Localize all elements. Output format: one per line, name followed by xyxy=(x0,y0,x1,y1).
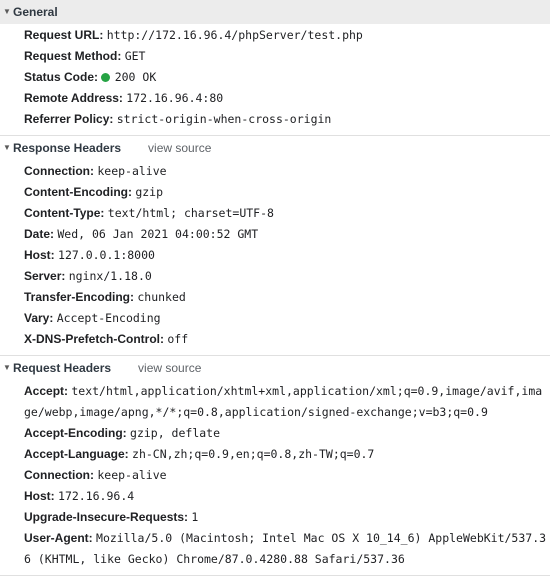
request-headers-section-header[interactable]: ▼ Request Headers view source xyxy=(0,356,550,380)
header-name: Request URL: xyxy=(24,28,104,42)
general-row-request-url: Request URL: http://172.16.96.4/phpServe… xyxy=(0,25,550,46)
response-header-row: Host: 127.0.0.1:8000 xyxy=(0,245,550,266)
header-name: X-DNS-Prefetch-Control: xyxy=(24,332,164,346)
header-name: Connection: xyxy=(24,468,94,482)
header-name: Server: xyxy=(24,269,66,283)
header-value: gzip xyxy=(135,185,164,199)
response-header-row: Date: Wed, 06 Jan 2021 04:00:52 GMT xyxy=(0,224,550,245)
header-value: keep-alive xyxy=(97,468,167,482)
response-header-row: X-DNS-Prefetch-Control: off xyxy=(0,329,550,350)
header-value: Wed, 06 Jan 2021 04:00:52 GMT xyxy=(57,227,259,241)
request-header-row: Accept-Encoding: gzip, deflate xyxy=(0,423,550,444)
header-value: 172.16.96.4 xyxy=(58,489,135,503)
general-section-header[interactable]: ▼ General xyxy=(0,0,550,24)
header-value: keep-alive xyxy=(97,164,167,178)
header-value: gzip, deflate xyxy=(130,426,221,440)
header-value: 1 xyxy=(191,510,199,524)
response-header-row: Connection: keep-alive xyxy=(0,161,550,182)
response-headers-title: Response Headers xyxy=(13,141,122,155)
general-row-referrer-policy: Referrer Policy: strict-origin-when-cros… xyxy=(0,109,550,130)
request-headers-section: ▼ Request Headers view source Accept: te… xyxy=(0,356,550,576)
general-row-remote-address: Remote Address: 172.16.96.4:80 xyxy=(0,88,550,109)
header-name: Content-Type: xyxy=(24,206,105,220)
request-view-source-link[interactable]: view source xyxy=(138,356,201,380)
response-headers-section: ▼ Response Headers view source Connectio… xyxy=(0,136,550,356)
request-header-row: User-Agent: Mozilla/5.0 (Macintosh; Inte… xyxy=(0,528,550,570)
header-name: Content-Encoding: xyxy=(24,185,132,199)
request-header-row: Accept: text/html,application/xhtml+xml,… xyxy=(0,381,550,423)
general-section: ▼ General Request URL: http://172.16.96.… xyxy=(0,0,550,136)
general-title: General xyxy=(13,5,58,19)
general-row-request-method: Request Method: GET xyxy=(0,46,550,67)
header-value: nginx/1.18.0 xyxy=(68,269,152,283)
header-name: User-Agent: xyxy=(24,531,93,545)
general-row-status-code: Status Code: 200 OK xyxy=(0,67,550,88)
response-header-rows: Connection: keep-alive Content-Encoding:… xyxy=(0,160,550,355)
header-name: Host: xyxy=(24,489,55,503)
header-name: Date: xyxy=(24,227,55,241)
header-name: Request Method: xyxy=(24,49,122,63)
response-header-row: Vary: Accept-Encoding xyxy=(0,308,550,329)
request-header-row: Accept-Language: zh-CN,zh;q=0.9,en;q=0.8… xyxy=(0,444,550,465)
header-name: Host: xyxy=(24,248,55,262)
response-header-row: Transfer-Encoding: chunked xyxy=(0,287,550,308)
request-header-rows: Accept: text/html,application/xhtml+xml,… xyxy=(0,380,550,575)
header-value: http://172.16.96.4/phpServer/test.php xyxy=(106,28,363,42)
header-value: text/html,application/xhtml+xml,applicat… xyxy=(24,384,543,419)
header-value: strict-origin-when-cross-origin xyxy=(116,112,332,126)
header-name: Status Code: xyxy=(24,70,99,84)
response-view-source-link[interactable]: view source xyxy=(148,136,211,160)
header-name: Connection: xyxy=(24,164,94,178)
header-value: 200 OK xyxy=(114,70,157,84)
response-header-row: Content-Type: text/html; charset=UTF-8 xyxy=(0,203,550,224)
response-header-row: Content-Encoding: gzip xyxy=(0,182,550,203)
header-value: text/html; charset=UTF-8 xyxy=(107,206,274,220)
header-name: Accept-Encoding: xyxy=(24,426,127,440)
header-value: zh-CN,zh;q=0.9,en;q=0.8,zh-TW;q=0.7 xyxy=(132,447,375,461)
header-value: chunked xyxy=(137,290,186,304)
response-header-row: Server: nginx/1.18.0 xyxy=(0,266,550,287)
header-value: Mozilla/5.0 (Macintosh; Intel Mac OS X 1… xyxy=(24,531,547,566)
header-value: Accept-Encoding xyxy=(56,311,161,325)
request-header-row: Host: 172.16.96.4 xyxy=(0,486,550,507)
request-header-row: Upgrade-Insecure-Requests: 1 xyxy=(0,507,550,528)
header-name: Transfer-Encoding: xyxy=(24,290,135,304)
header-name: Upgrade-Insecure-Requests: xyxy=(24,510,189,524)
header-name: Accept-Language: xyxy=(24,447,129,461)
expand-triangle-icon[interactable]: ▼ xyxy=(3,356,13,380)
response-headers-section-header[interactable]: ▼ Response Headers view source xyxy=(0,136,550,160)
request-header-row: Connection: keep-alive xyxy=(0,465,550,486)
header-value: 127.0.0.1:8000 xyxy=(58,248,155,262)
header-name: Vary: xyxy=(24,311,54,325)
general-rows: Request URL: http://172.16.96.4/phpServe… xyxy=(0,24,550,135)
header-value: GET xyxy=(124,49,146,63)
request-headers-title: Request Headers xyxy=(13,361,112,375)
expand-triangle-icon[interactable]: ▼ xyxy=(3,0,13,24)
header-value: off xyxy=(167,332,189,346)
header-name: Accept: xyxy=(24,384,69,398)
expand-triangle-icon[interactable]: ▼ xyxy=(3,136,13,160)
header-name: Remote Address: xyxy=(24,91,123,105)
header-value: 172.16.96.4:80 xyxy=(126,91,224,105)
status-ok-dot-icon xyxy=(101,73,111,82)
header-name: Referrer Policy: xyxy=(24,112,114,126)
